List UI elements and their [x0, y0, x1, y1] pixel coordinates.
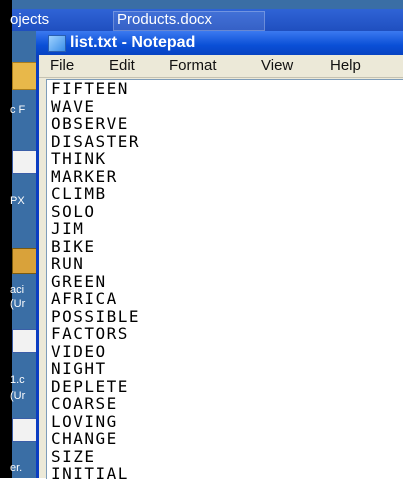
notepad-titlebar[interactable]: list.txt - Notepad [36, 31, 403, 55]
notepad-icon[interactable] [48, 35, 66, 52]
side-label: c F [10, 104, 26, 116]
menu-edit[interactable]: Edit [109, 55, 135, 77]
text-line: MARKER [51, 166, 118, 186]
side-label: PX [10, 195, 25, 207]
side-label: 1.c [10, 374, 25, 386]
text-line: BIKE [51, 236, 96, 256]
menu-file[interactable]: File [50, 55, 74, 77]
text-line: LOVING [51, 411, 118, 431]
text-line: VIDEO [51, 341, 107, 361]
background-tab-products-docx[interactable]: Products.docx [112, 9, 266, 31]
text-line: SIZE [51, 446, 96, 466]
window-title: list.txt - Notepad [70, 34, 196, 51]
menu-bar: File Edit Format View Help [39, 55, 403, 78]
text-line: NIGHT [51, 359, 107, 378]
text-line: RUN [51, 254, 85, 273]
text-line: FIFTEEN [51, 79, 129, 98]
text-line: CLIMB [51, 184, 107, 203]
text-line: INITIAL [51, 464, 129, 479]
app-icon[interactable] [12, 248, 38, 274]
word-doc-icon[interactable] [12, 329, 38, 353]
text-line: WAVE [51, 96, 96, 116]
text-line: GREEN [51, 271, 107, 291]
document-lines: FIFTEEN WAVE OBSERVE DISASTER THINK MARKER CLI… [51, 80, 140, 479]
text-line: JIM [51, 219, 85, 238]
background-tab-projects[interactable]: ojects [10, 9, 49, 31]
text-line: FACTORS [51, 324, 129, 343]
screen-bezel [0, 0, 12, 478]
side-label: (Ur [10, 298, 26, 310]
side-label: aci [10, 284, 25, 296]
text-line: THINK [51, 149, 107, 168]
menu-view[interactable]: View [261, 55, 293, 77]
text-line: SOLO [51, 201, 96, 221]
folder-icon[interactable] [12, 62, 38, 90]
side-label: (Ur [10, 390, 26, 402]
word-doc-icon[interactable] [12, 150, 38, 174]
text-line: OBSERVE [51, 114, 129, 133]
menu-help[interactable]: Help [330, 55, 361, 77]
menu-format[interactable]: Format [169, 55, 217, 77]
side-label: er. [10, 462, 23, 474]
text-line: CHANGE [51, 429, 118, 448]
text-line: DISASTER [51, 131, 141, 151]
text-line: DEPLETE [51, 376, 129, 396]
text-editor-area[interactable]: FIFTEEN WAVE OBSERVE DISASTER THINK MARKER CLI… [46, 79, 403, 479]
text-line: COARSE [51, 394, 118, 413]
text-line: POSSIBLE [51, 306, 141, 326]
text-line: AFRICA [51, 289, 118, 308]
word-doc-icon[interactable] [12, 418, 38, 442]
